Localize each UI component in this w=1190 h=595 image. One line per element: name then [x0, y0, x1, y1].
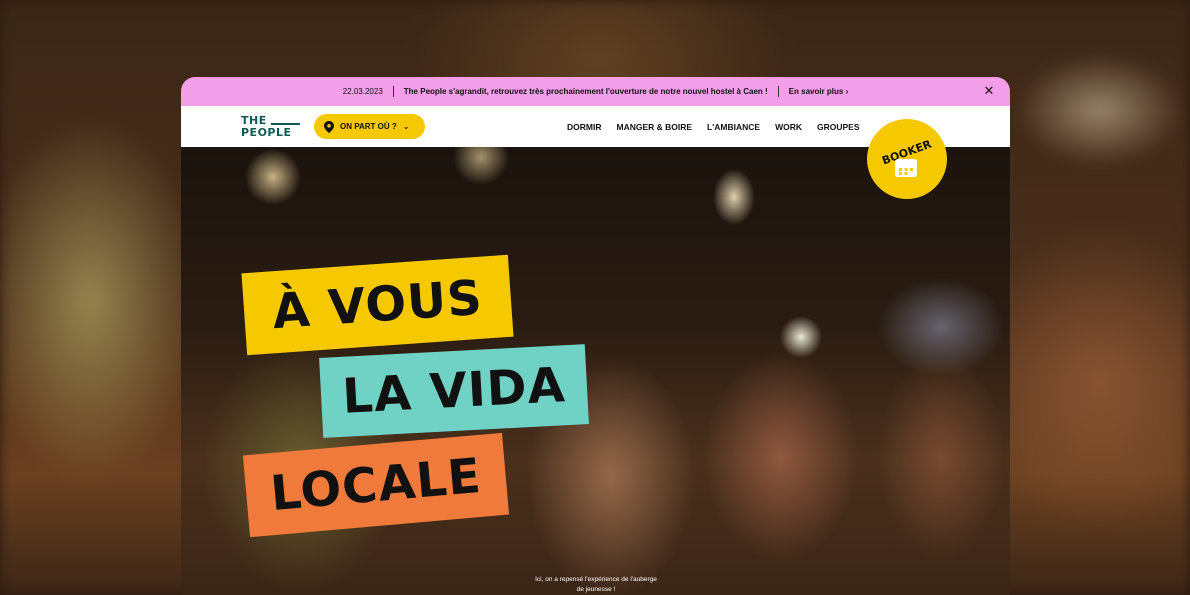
- headline-line-3: LOCALE: [242, 432, 510, 538]
- the-people-logo[interactable]: THE PEOPLE: [241, 114, 301, 140]
- map-pin-icon: [324, 120, 334, 133]
- destination-label: ON PART OÙ ?: [340, 122, 397, 131]
- nav-item-groupes[interactable]: GROUPES: [817, 122, 860, 132]
- close-icon[interactable]: ✕: [982, 84, 996, 98]
- nav-item-work[interactable]: WORK: [775, 122, 802, 132]
- divider: [777, 86, 779, 97]
- learn-more-link[interactable]: En savoir plus ›: [789, 87, 849, 96]
- hero-section: À VOUS LA VIDA LOCALE Ici, on a repensé …: [181, 147, 1010, 595]
- nav-item-dormir[interactable]: DORMIR: [567, 122, 601, 132]
- announcement-bar: 22.03.2023 The People s'agrandit, retrou…: [181, 77, 1010, 106]
- booker-button[interactable]: BOOKER: [867, 119, 947, 199]
- headline-line-1: À VOUS: [241, 254, 514, 356]
- logo-line-2: PEOPLE: [241, 126, 292, 139]
- announcement-date: 22.03.2023: [342, 87, 383, 96]
- nav-item-manger-boire[interactable]: MANGER & BOIRE: [616, 122, 692, 132]
- browser-window: 22.03.2023 The People s'agrandit, retrou…: [181, 77, 1010, 595]
- announcement-message: The People s'agrandit, retrouvez très pr…: [403, 87, 768, 96]
- nav-item-ambiance[interactable]: L'AMBIANCE: [707, 122, 760, 132]
- calendar-icon: [895, 159, 917, 177]
- logo-line-1: THE: [241, 114, 267, 127]
- headline-line-2: LA VIDA: [319, 344, 589, 438]
- logo-bar: [271, 123, 300, 125]
- destination-dropdown-button[interactable]: ON PART OÙ ? ⌄: [314, 114, 425, 139]
- hero-tagline: Ici, on a repensé l'expérience de l'aube…: [535, 576, 657, 593]
- chevron-down-icon: ⌄: [402, 122, 410, 131]
- divider: [392, 86, 394, 97]
- main-nav: DORMIR MANGER & BOIRE L'AMBIANCE WORK GR…: [567, 106, 875, 147]
